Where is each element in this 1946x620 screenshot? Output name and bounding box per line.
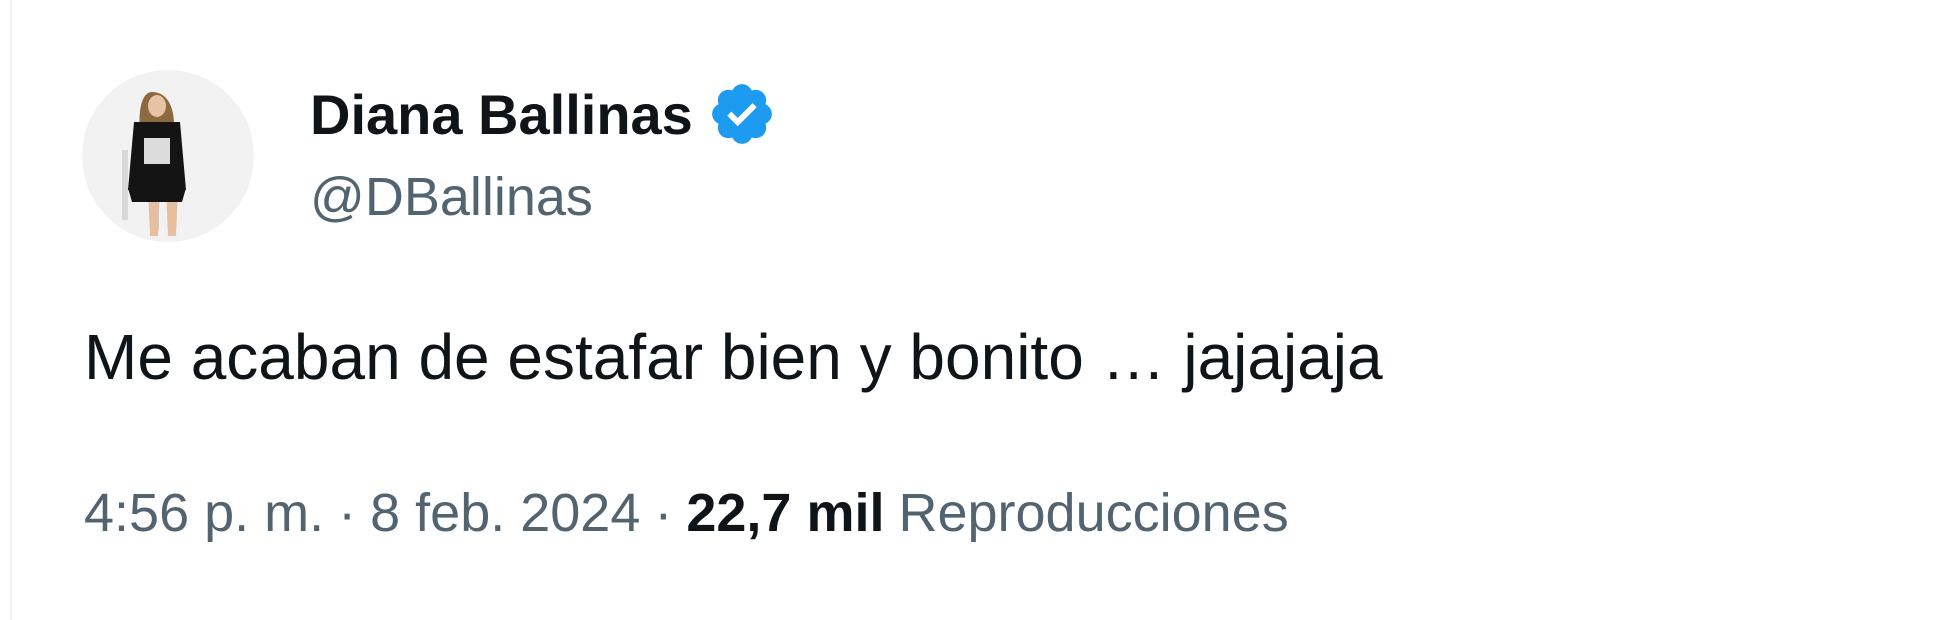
views-count[interactable]: 22,7 mil <box>686 482 884 544</box>
meta-separator: · <box>654 483 673 543</box>
tweet-date[interactable]: 8 feb. 2024 <box>370 482 640 544</box>
tweet-card: Diana Ballinas @DBallinas Me acaban de e… <box>0 0 1946 620</box>
tweet-text: Me acaban de estafar bien y bonito … jaj… <box>84 321 1383 393</box>
author-handle[interactable]: @DBallinas <box>310 166 593 228</box>
author-name-row: Diana Ballinas <box>310 78 777 150</box>
meta-separator: · <box>338 483 357 543</box>
verified-badge-icon[interactable] <box>707 79 777 149</box>
card-left-border <box>10 0 12 620</box>
tweet-metadata: 4:56 p. m. · 8 feb. 2024 · 22,7 mil Repr… <box>84 482 1289 544</box>
avatar-image <box>82 70 254 242</box>
author-display-name[interactable]: Diana Ballinas <box>310 82 693 147</box>
views-label[interactable]: Reproducciones <box>898 482 1288 544</box>
avatar[interactable] <box>82 70 254 242</box>
tweet-time[interactable]: 4:56 p. m. <box>84 482 324 544</box>
